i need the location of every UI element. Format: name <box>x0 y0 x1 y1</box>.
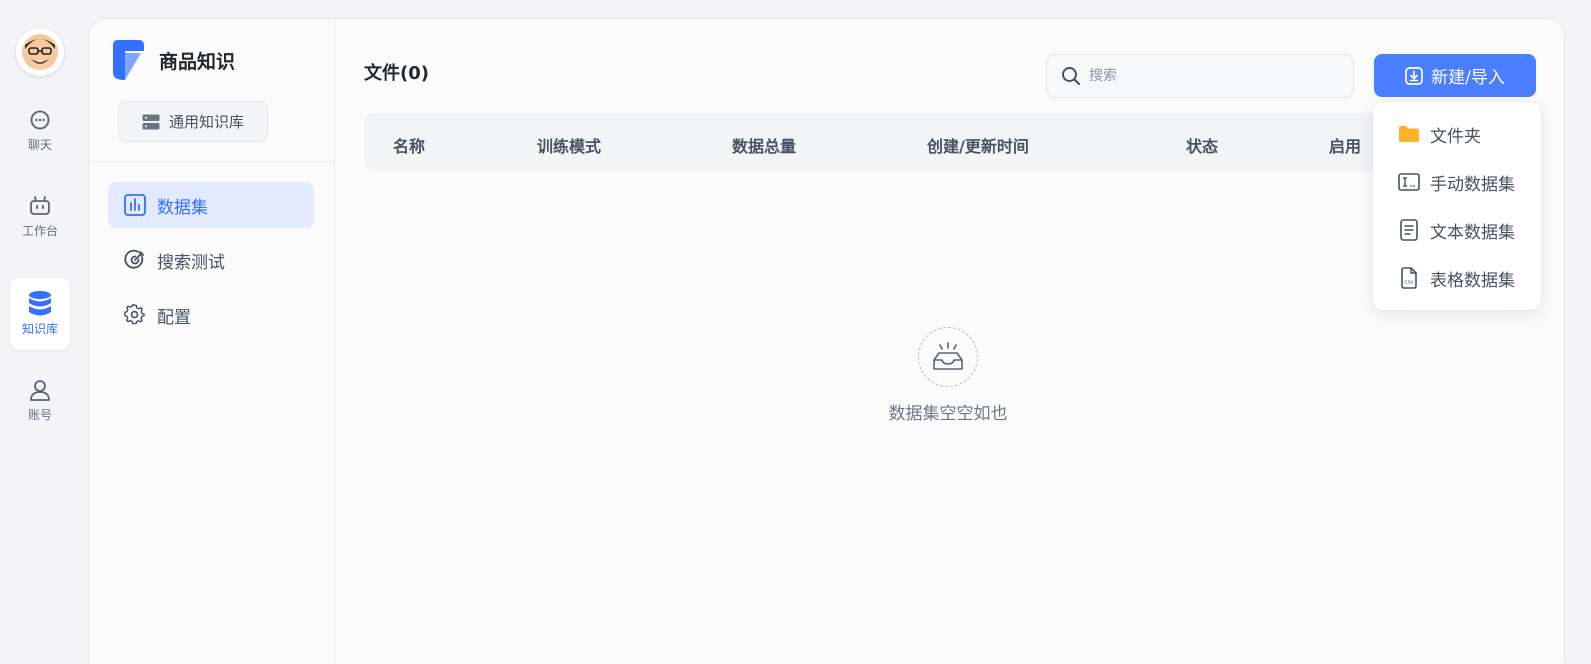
menu-item-folder[interactable]: 文件夹 <box>1373 110 1541 158</box>
kb-title: 商品知识 <box>159 50 236 73</box>
column-header[interactable]: 数据总量 <box>732 133 796 157</box>
folder-icon <box>1397 122 1421 146</box>
nav-item-account[interactable]: 账号 <box>10 364 70 436</box>
avatar[interactable] <box>16 28 64 76</box>
svg-text:csv: csv <box>1404 280 1414 286</box>
nav-item-label: 工作台 <box>21 224 58 238</box>
nav-item-workbench[interactable]: 工作台 <box>10 180 70 252</box>
sidebar-item-dataset[interactable]: 数据集 <box>108 182 314 228</box>
import-icon <box>1405 66 1423 85</box>
nav-item-label: 知识库 <box>21 322 58 336</box>
menu-item-manual-dataset[interactable]: 手动数据集 <box>1373 158 1541 206</box>
empty-state: 数据集空空如也 <box>863 327 1033 424</box>
sidebar-item-search-test[interactable]: 搜索测试 <box>108 237 314 283</box>
target-icon <box>123 248 147 272</box>
chart-icon <box>123 193 147 217</box>
menu-item-label: 表格数据集 <box>1430 270 1515 291</box>
kb-type-badge[interactable]: 通用知识库 <box>118 101 268 142</box>
kb-header: 商品知识 <box>111 39 235 81</box>
kb-logo-icon <box>113 40 144 80</box>
sidebar-item-config[interactable]: 配置 <box>108 292 314 338</box>
server-icon <box>142 114 160 130</box>
new-import-label: 新建/导入 <box>1431 68 1505 88</box>
search-box[interactable] <box>1046 54 1354 98</box>
nav-item-knowledge-base[interactable]: 知识库 <box>10 278 70 350</box>
menu-item-label: 文本数据集 <box>1430 222 1515 243</box>
column-header[interactable]: 状态 <box>1186 133 1218 157</box>
sidebar-divider <box>89 161 335 162</box>
new-import-button[interactable]: 新建/导入 <box>1374 54 1536 97</box>
empty-inbox-icon <box>918 327 978 387</box>
column-header[interactable]: 训练模式 <box>537 133 601 157</box>
menu-item-text-dataset[interactable]: 文本数据集 <box>1373 206 1541 254</box>
sidebar-item-label: 配置 <box>157 307 191 328</box>
manual-input-icon <box>1397 170 1421 194</box>
user-icon <box>27 377 53 403</box>
page-title: 文件(0) <box>364 63 429 84</box>
column-header[interactable]: 名称 <box>393 133 425 157</box>
main-card: 商品知识 通用知识库 数据集 搜索测试 配置 文件(0) 搜索 新建/导入 名称… <box>88 18 1565 664</box>
kb-sidebar: 商品知识 通用知识库 数据集 搜索测试 配置 <box>89 19 335 664</box>
chat-icon <box>27 107 53 133</box>
avatar-icon <box>22 34 58 70</box>
search-input[interactable] <box>1089 68 1329 84</box>
kb-type-label: 通用知识库 <box>168 113 244 131</box>
search-icon <box>1061 66 1081 86</box>
table-header: 名称 训练模式 数据总量 创建/更新时间 状态 启用 <box>364 113 1536 171</box>
robot-icon <box>27 193 53 219</box>
csv-file-icon: csv <box>1397 266 1421 290</box>
menu-item-label: 手动数据集 <box>1430 174 1515 195</box>
column-header[interactable]: 创建/更新时间 <box>927 133 1029 157</box>
gear-icon <box>123 303 147 327</box>
menu-item-label: 文件夹 <box>1430 126 1481 147</box>
nav-rail: 聊天 工作台 知识库 账号 <box>0 0 80 664</box>
new-import-dropdown: 文件夹 手动数据集 文本数据集 csv 表格数据集 <box>1373 102 1541 310</box>
database-icon <box>27 291 53 317</box>
column-header[interactable]: 启用 <box>1329 133 1361 157</box>
sidebar-item-label: 搜索测试 <box>157 252 225 273</box>
nav-item-chat[interactable]: 聊天 <box>10 94 70 166</box>
sidebar-item-label: 数据集 <box>157 197 208 218</box>
nav-item-label: 账号 <box>27 408 52 422</box>
nav-item-label: 聊天 <box>27 138 52 152</box>
text-file-icon <box>1397 218 1421 242</box>
empty-state-text: 数据集空空如也 <box>888 404 1008 424</box>
menu-item-table-dataset[interactable]: csv 表格数据集 <box>1373 254 1541 302</box>
